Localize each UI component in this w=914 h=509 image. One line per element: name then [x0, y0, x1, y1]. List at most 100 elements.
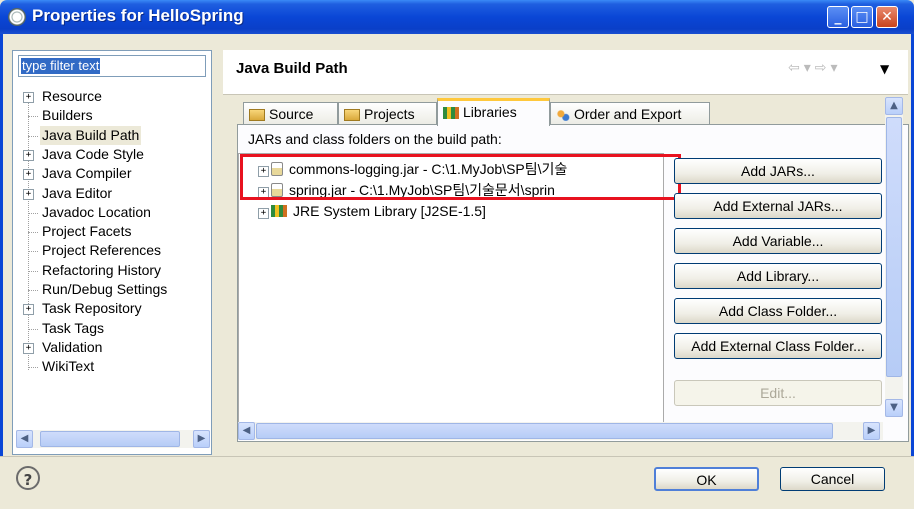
tree-horizontal-scrollbar[interactable]: ◀ ▶ [16, 430, 210, 448]
tree-item-label: Resource [42, 88, 102, 104]
tree-connector [28, 232, 38, 234]
tree-item-resource[interactable]: + Resource [12, 87, 202, 106]
tree-item-label: Javadoc Location [42, 203, 151, 220]
tree-item-label: Java Compiler [42, 165, 132, 182]
tab-libraries-label: Libraries [463, 104, 517, 120]
title-bar[interactable]: Properties for HelloSpring _ □ ✕ [0, 0, 914, 34]
add-variable-button[interactable]: Add Variable... [674, 228, 882, 254]
tree-item-project-references[interactable]: Project References [12, 241, 202, 260]
tree-item-builders[interactable]: Builders [12, 106, 202, 125]
tree-item-java-code-style[interactable]: + Java Code Style [12, 145, 202, 164]
tree-item-task-tags[interactable]: Task Tags [12, 319, 202, 338]
tree-connector [28, 328, 38, 330]
cancel-button[interactable]: Cancel [780, 467, 885, 491]
close-button[interactable]: ✕ [876, 6, 898, 28]
tree-item-label: Project References [42, 242, 162, 259]
ok-button[interactable]: OK [654, 467, 759, 491]
filter-input[interactable]: type filter text [18, 55, 206, 77]
tree-item-label: Java Code Style [42, 145, 144, 162]
add-class-folder-button[interactable]: Add Class Folder... [674, 298, 882, 324]
maximize-button[interactable]: □ [851, 6, 873, 28]
properties-window: Properties for HelloSpring _ □ ✕ type fi… [0, 0, 914, 509]
projects-icon [344, 109, 360, 122]
help-icon[interactable]: ? [16, 466, 40, 490]
tree-item-label: Refactoring History [42, 261, 162, 278]
tab-order-and-export[interactable]: Order and Export [550, 102, 710, 124]
tree-item-java-compiler[interactable]: + Java Compiler [12, 164, 202, 183]
minimize-button[interactable]: _ [827, 6, 849, 28]
window-title: Properties for HelloSpring [32, 6, 244, 25]
tree-item-label: Java Build Path [40, 125, 142, 145]
source-folder-icon [249, 109, 265, 122]
window-border-left [0, 34, 3, 509]
page-title: Java Build Path [236, 60, 348, 77]
forward-arrow-icon[interactable]: ⇨▾ [815, 60, 842, 76]
tree-connector [28, 270, 38, 272]
scroll-left-icon[interactable]: ◀ [16, 430, 33, 448]
scroll-thumb[interactable] [40, 431, 180, 447]
tree-item-label: Task Tags [42, 319, 104, 336]
expand-icon[interactable]: + [23, 188, 34, 200]
tree-item-java-build-path[interactable]: Java Build Path [12, 125, 202, 145]
tree-item-label: Builders [42, 107, 93, 124]
tree-connector [28, 135, 38, 137]
tree-item-javadoc-location[interactable]: Javadoc Location [12, 203, 202, 222]
scroll-down-icon[interactable]: ▼ [885, 399, 903, 417]
tree-item-label: Java Editor [42, 184, 113, 201]
scroll-up-icon[interactable]: ▲ [885, 97, 903, 115]
tab-libraries[interactable]: Libraries [437, 98, 550, 126]
build-path-label: JARs and class folders on the build path… [248, 131, 502, 147]
expand-icon[interactable]: + [23, 304, 34, 316]
add-external-class-folder-button[interactable]: Add External Class Folder... [674, 333, 882, 359]
tree-item-label: Project Facets [42, 223, 132, 240]
tree-item-run-debug-settings[interactable]: Run/Debug Settings [12, 280, 202, 299]
tree-item-validation[interactable]: + Validation [12, 338, 202, 357]
tree-connector [28, 367, 38, 369]
tree-item-wikitext[interactable]: WikiText [12, 357, 202, 376]
scroll-right-icon[interactable]: ▶ [193, 430, 210, 448]
properties-icon [8, 8, 26, 26]
tree-connector [28, 290, 38, 291]
expand-icon[interactable]: + [23, 92, 34, 103]
filter-placeholder: type filter text [21, 58, 101, 74]
library-icon [271, 205, 287, 217]
tree-item-project-facets[interactable]: Project Facets [12, 222, 202, 241]
page-vertical-scrollbar[interactable]: ▲ ▼ [885, 97, 903, 417]
tab-projects-label: Projects [364, 106, 415, 122]
tab-projects[interactable]: Projects [338, 102, 437, 124]
back-arrow-icon[interactable]: ⇦▾ [788, 60, 815, 76]
tree-item-label: Validation [42, 338, 103, 355]
expand-icon[interactable]: + [23, 342, 34, 354]
add-external-jars-button[interactable]: Add External JARs... [674, 193, 882, 219]
tree-connector [28, 212, 38, 214]
tree-item-refactoring-history[interactable]: Refactoring History [12, 261, 202, 280]
tab-source-label: Source [269, 106, 314, 122]
highlight-annotation [240, 154, 681, 200]
expand-icon[interactable]: + [258, 208, 269, 219]
edit-button[interactable]: Edit... [674, 380, 882, 406]
tab-order-label: Order and Export [574, 106, 682, 122]
tree-item-label: Task Repository [42, 300, 142, 317]
list-horizontal-scrollbar[interactable]: ◀ ▶ [238, 422, 883, 440]
tab-source[interactable]: Source [243, 102, 338, 124]
scroll-thumb[interactable] [256, 423, 833, 439]
add-library-button[interactable]: Add Library... [674, 263, 882, 289]
expand-icon[interactable]: + [23, 169, 34, 181]
tree-item-task-repository[interactable]: + Task Repository [12, 299, 202, 318]
expand-icon[interactable]: + [23, 149, 34, 161]
scroll-thumb[interactable] [886, 117, 902, 377]
dialog-footer [0, 456, 914, 509]
add-jars-button[interactable]: Add JARs... [674, 158, 882, 184]
list-item[interactable]: + JRE System Library [J2SE-1.5] [258, 202, 486, 221]
nav-history[interactable]: ⇦▾⇨▾ [788, 60, 842, 76]
tree-item-java-editor[interactable]: + Java Editor [12, 184, 202, 203]
tree-connector [28, 116, 38, 118]
scroll-right-icon[interactable]: ▶ [863, 422, 880, 440]
scroll-left-icon[interactable]: ◀ [238, 422, 255, 440]
libraries-icon [443, 107, 459, 120]
view-menu-icon[interactable]: ▼ [880, 62, 889, 76]
list-item-label: JRE System Library [J2SE-1.5] [293, 203, 486, 219]
tree-item-label: Run/Debug Settings [42, 281, 168, 297]
tree-connector [28, 251, 38, 253]
tree-item-label: WikiText [42, 358, 95, 375]
